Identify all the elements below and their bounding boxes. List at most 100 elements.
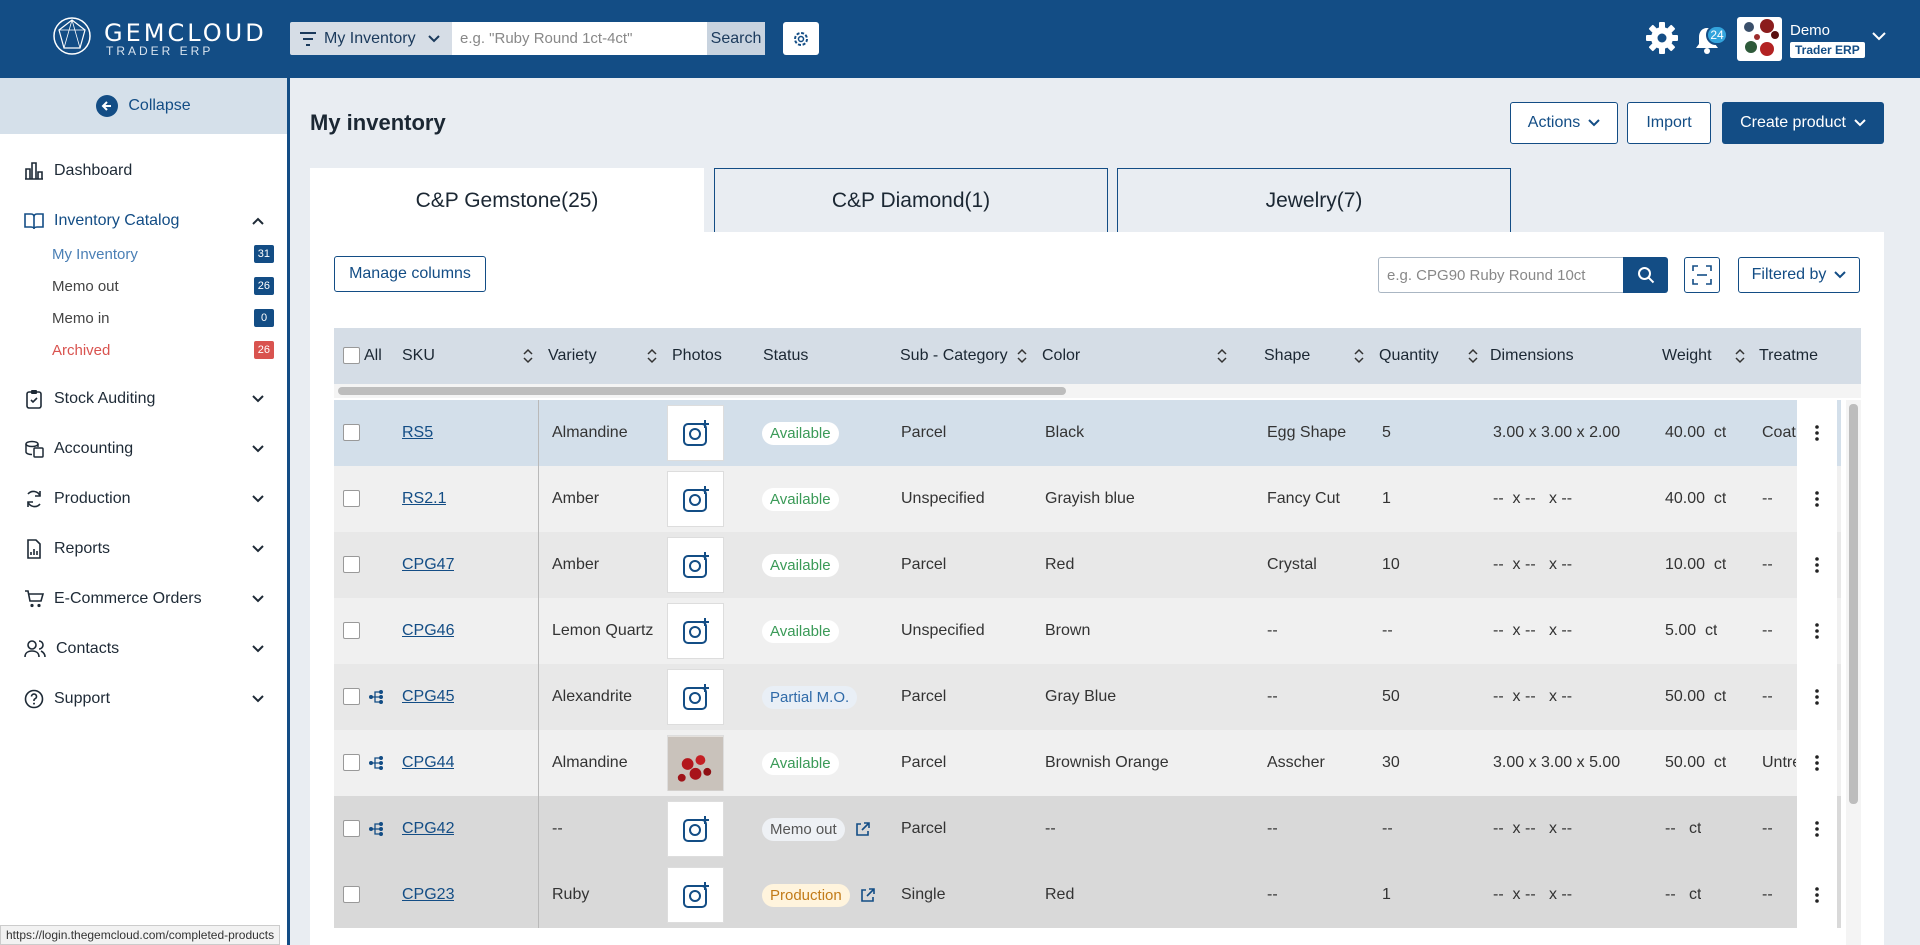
sku-link[interactable]: RS5 bbox=[402, 424, 433, 442]
global-search-button[interactable]: Search bbox=[707, 22, 765, 55]
sku-link[interactable]: CPG42 bbox=[402, 820, 454, 838]
sku-link[interactable]: CPG45 bbox=[402, 688, 454, 706]
header-weight[interactable]: Weight bbox=[1662, 328, 1712, 384]
sidebar-item-dashboard[interactable]: Dashboard bbox=[24, 156, 264, 186]
import-button[interactable]: Import bbox=[1627, 102, 1711, 144]
header-quantity[interactable]: Quantity bbox=[1379, 328, 1439, 384]
sidebar-item-accounting[interactable]: Accounting bbox=[24, 434, 264, 464]
header-shape[interactable]: Shape bbox=[1264, 328, 1310, 384]
app-logo[interactable]: GEMCLOUD TRADER ERP bbox=[52, 16, 264, 62]
tab-cp-gemstone[interactable]: C&P Gemstone(25) bbox=[310, 168, 704, 232]
sidebar-item-support[interactable]: Support bbox=[24, 684, 264, 714]
variant-tree-icon[interactable] bbox=[368, 755, 384, 771]
table-search-input[interactable] bbox=[1378, 257, 1624, 293]
create-product-button[interactable]: Create product bbox=[1722, 102, 1884, 144]
external-link-icon[interactable] bbox=[860, 887, 875, 903]
sidebar-item-reports[interactable]: Reports bbox=[24, 534, 264, 564]
settings-gear-icon[interactable] bbox=[1644, 20, 1680, 56]
variant-tree[interactable] bbox=[368, 664, 384, 730]
variant-tree-icon[interactable] bbox=[368, 821, 384, 837]
manage-columns-button[interactable]: Manage columns bbox=[334, 256, 486, 292]
horizontal-scroll-thumb[interactable] bbox=[338, 387, 1066, 395]
table-row[interactable]: CPG46 Lemon Quartz Available Unspecified Bro… bbox=[334, 598, 1841, 664]
table-search-button[interactable] bbox=[1623, 257, 1668, 293]
header-color[interactable]: Color bbox=[1042, 328, 1080, 384]
sidebar-item-production[interactable]: Production bbox=[24, 484, 264, 514]
search-settings-button[interactable] bbox=[783, 22, 819, 55]
sku-link[interactable]: CPG47 bbox=[402, 556, 454, 574]
sort-icon[interactable] bbox=[1017, 348, 1027, 364]
header-treatment[interactable]: Treatme bbox=[1759, 328, 1818, 384]
sort-icon[interactable] bbox=[1354, 348, 1364, 364]
table-row[interactable]: CPG23 Ruby Production Single Red -- 1 -- x -- x… bbox=[334, 862, 1841, 928]
user-avatar[interactable] bbox=[1737, 17, 1782, 61]
filtered-by-button[interactable]: Filtered by bbox=[1738, 257, 1860, 293]
vertical-scroll-thumb[interactable] bbox=[1849, 404, 1858, 804]
sort-icon[interactable] bbox=[523, 348, 533, 364]
vertical-scrollbar[interactable] bbox=[1846, 400, 1861, 945]
sort-icon[interactable] bbox=[1468, 348, 1478, 364]
row-checkbox[interactable] bbox=[343, 556, 360, 573]
variant-tree-icon[interactable] bbox=[368, 689, 384, 705]
row-actions-button[interactable] bbox=[1797, 862, 1837, 928]
row-checkbox[interactable] bbox=[343, 886, 360, 903]
sort-icon[interactable] bbox=[647, 348, 657, 364]
tab-cp-diamond[interactable]: C&P Diamond(1) bbox=[714, 168, 1108, 232]
sort-icon[interactable] bbox=[1735, 348, 1745, 364]
table-row[interactable]: CPG45 Alexandrite Partial M.O. Parcel Gray B… bbox=[334, 664, 1841, 730]
user-menu-chevron-icon[interactable] bbox=[1872, 32, 1886, 42]
row-actions-button[interactable] bbox=[1797, 730, 1837, 796]
select-all-checkbox[interactable] bbox=[343, 347, 360, 364]
sidebar-item-ecommerce-orders[interactable]: E-Commerce Orders bbox=[24, 584, 264, 614]
row-actions-button[interactable] bbox=[1797, 400, 1837, 466]
sidebar-subitem-memo-in[interactable]: Memo in 0 bbox=[52, 306, 274, 330]
row-actions-button[interactable] bbox=[1797, 796, 1837, 862]
product-photo[interactable] bbox=[667, 735, 724, 791]
sku-link[interactable]: CPG23 bbox=[402, 886, 454, 904]
header-sku[interactable]: SKU bbox=[402, 328, 435, 384]
sort-icon[interactable] bbox=[1217, 348, 1227, 364]
table-row[interactable]: RS5 Almandine Available Parcel Black Egg Shap… bbox=[334, 400, 1841, 466]
product-photo[interactable] bbox=[667, 669, 724, 725]
sidebar-subitem-my-inventory[interactable]: My Inventory 31 bbox=[52, 242, 274, 266]
product-photo[interactable] bbox=[667, 603, 724, 659]
sidebar-subitem-archived[interactable]: Archived 26 bbox=[52, 338, 274, 362]
sidebar-item-contacts[interactable]: Contacts bbox=[24, 634, 264, 664]
sku-link[interactable]: CPG46 bbox=[402, 622, 454, 640]
horizontal-scrollbar[interactable] bbox=[334, 384, 1861, 398]
header-subcategory[interactable]: Sub - Category bbox=[900, 328, 1008, 384]
product-photo[interactable] bbox=[667, 405, 724, 461]
collapse-sidebar-button[interactable]: Collapse bbox=[0, 78, 287, 134]
table-row[interactable]: CPG44 Almandine Available Parcel Brownish Or… bbox=[334, 730, 1841, 796]
variant-tree[interactable] bbox=[368, 730, 384, 796]
sidebar-item-inventory-catalog[interactable]: Inventory Catalog bbox=[24, 206, 264, 236]
row-checkbox[interactable] bbox=[343, 490, 360, 507]
row-checkbox[interactable] bbox=[343, 622, 360, 639]
global-search-input[interactable] bbox=[452, 22, 707, 55]
product-photo[interactable] bbox=[667, 537, 724, 593]
row-actions-button[interactable] bbox=[1797, 664, 1837, 730]
actions-button[interactable]: Actions bbox=[1510, 102, 1618, 144]
row-checkbox[interactable] bbox=[343, 688, 360, 705]
search-scope-dropdown[interactable]: My Inventory bbox=[290, 22, 452, 55]
table-row[interactable]: CPG47 Amber Available Parcel Red Crystal 10 -- … bbox=[334, 532, 1841, 598]
sku-link[interactable]: CPG44 bbox=[402, 754, 454, 772]
tab-jewelry[interactable]: Jewelry(7) bbox=[1117, 168, 1511, 232]
product-photo[interactable] bbox=[667, 867, 724, 923]
barcode-scan-button[interactable] bbox=[1684, 257, 1720, 293]
row-actions-button[interactable] bbox=[1797, 466, 1837, 532]
row-actions-button[interactable] bbox=[1797, 598, 1837, 664]
row-checkbox[interactable] bbox=[343, 424, 360, 441]
row-actions-button[interactable] bbox=[1797, 532, 1837, 598]
row-checkbox[interactable] bbox=[343, 754, 360, 771]
variant-tree[interactable] bbox=[368, 796, 384, 862]
row-checkbox[interactable] bbox=[343, 820, 360, 837]
sku-link[interactable]: RS2.1 bbox=[402, 490, 446, 508]
table-row[interactable]: RS2.1 Amber Available Unspecified Grayish bl… bbox=[334, 466, 1841, 532]
product-photo[interactable] bbox=[667, 801, 724, 857]
sidebar-subitem-memo-out[interactable]: Memo out 26 bbox=[52, 274, 274, 298]
table-row[interactable]: CPG42 -- Memo out Parcel -- -- -- -- x -- x -- -… bbox=[334, 796, 1841, 862]
external-link-icon[interactable] bbox=[855, 821, 870, 837]
product-photo[interactable] bbox=[667, 471, 724, 527]
header-variety[interactable]: Variety bbox=[548, 328, 597, 384]
